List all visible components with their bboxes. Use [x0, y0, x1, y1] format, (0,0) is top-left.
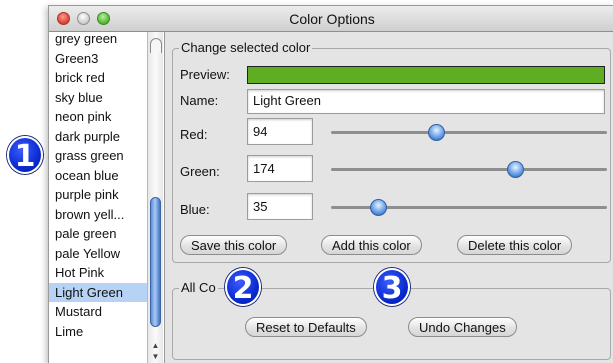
list-item[interactable]: grass green [49, 146, 147, 166]
list-item[interactable]: Green3 [49, 49, 147, 69]
color-list[interactable]: grey green Green3 brick red sky blue neon pi… [49, 32, 165, 363]
blue-slider[interactable] [331, 198, 607, 218]
title-bar[interactable]: Color Options [49, 6, 613, 32]
add-color-button[interactable]: Add this color [321, 235, 422, 255]
all-colors-title: All Co [179, 280, 218, 295]
list-item[interactable]: pale Yellow [49, 244, 147, 264]
color-list-scrollbar[interactable]: ▲ ▼ [147, 32, 163, 363]
red-slider-track [331, 131, 607, 134]
color-options-window: Color Options grey green Green3 brick red s… [48, 5, 613, 363]
list-item[interactable]: brown yell... [49, 205, 147, 225]
green-slider-knob[interactable] [506, 161, 524, 178]
preview-label: Preview: [180, 67, 230, 82]
reset-defaults-button[interactable]: Reset to Defaults [245, 317, 367, 337]
undo-changes-button[interactable]: Undo Changes [408, 317, 517, 337]
green-label: Green: [180, 164, 220, 179]
window-title: Color Options [289, 11, 375, 27]
callout-1: 1 [7, 136, 43, 174]
color-name-field[interactable]: Light Green [247, 89, 605, 114]
blue-value-field[interactable]: 35 [247, 193, 313, 220]
green-slider-track [331, 168, 607, 171]
green-slider[interactable] [331, 160, 607, 180]
list-item[interactable]: purple pink [49, 185, 147, 205]
red-value-field[interactable]: 94 [247, 118, 313, 145]
list-item[interactable]: grey green [49, 32, 147, 49]
save-color-button[interactable]: Save this color [180, 235, 288, 255]
red-slider[interactable] [331, 123, 607, 143]
name-label: Name: [180, 93, 219, 108]
list-item[interactable]: Hot Pink [49, 263, 147, 283]
scrollbar-track-top [150, 38, 162, 53]
list-item[interactable]: sky blue [49, 88, 147, 108]
callout-3: 3 [374, 268, 410, 306]
list-item[interactable]: brick red [49, 68, 147, 88]
scrollbar-thumb[interactable] [150, 197, 161, 327]
list-item[interactable]: ocean blue [49, 166, 147, 186]
list-item[interactable]: Lime [49, 322, 147, 342]
list-item[interactable]: Mustard [49, 302, 147, 322]
red-slider-knob[interactable] [427, 124, 445, 141]
list-item[interactable]: pale green [49, 224, 147, 244]
blue-label: Blue: [180, 202, 210, 217]
red-label: Red: [180, 127, 208, 142]
delete-color-button[interactable]: Delete this color [457, 235, 573, 255]
blue-slider-knob[interactable] [369, 199, 387, 216]
list-item[interactable]: neon pink [49, 107, 147, 127]
list-item[interactable]: Light Green [49, 282, 147, 302]
scroll-up-arrow-icon[interactable]: ▲ [148, 340, 163, 351]
list-item[interactable]: dark purple [49, 127, 147, 147]
color-preview-swatch [247, 66, 605, 84]
scroll-down-arrow-icon[interactable]: ▼ [148, 351, 163, 362]
callout-2: 2 [225, 268, 261, 306]
change-selected-color-title: Change selected color [179, 40, 313, 55]
green-value-field[interactable]: 174 [247, 155, 313, 182]
